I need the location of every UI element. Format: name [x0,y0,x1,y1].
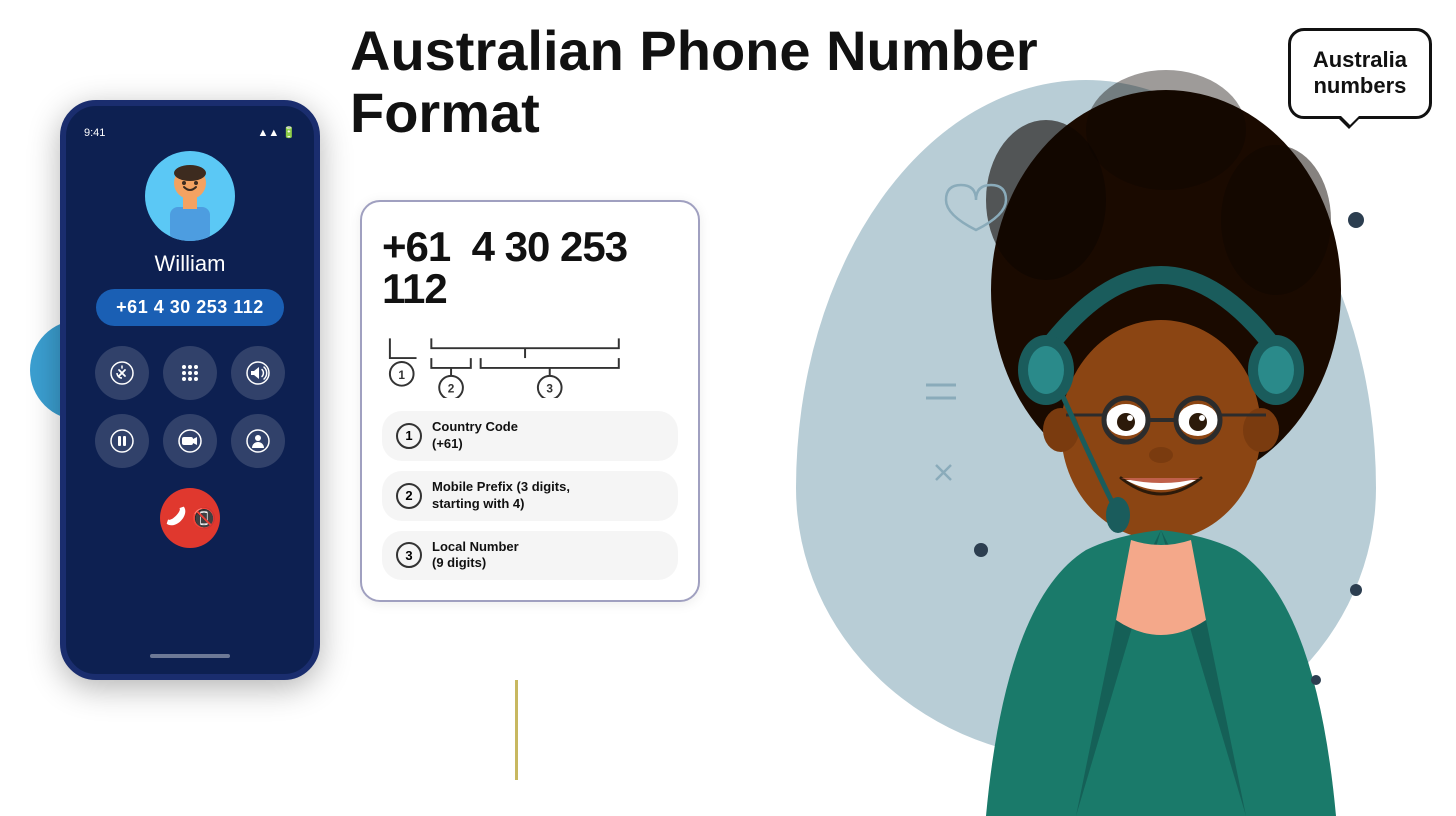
legend-item-3: 3 Local Number (9 digits) [382,531,678,581]
speaker-button[interactable] [231,346,285,400]
bubble-text: Australia numbers [1313,47,1407,100]
status-icons: ▲▲ 🔋 [257,126,296,139]
video-button[interactable] [163,414,217,468]
avatar-illustration [150,161,230,241]
legend-num-3: 3 [396,542,422,568]
format-info-card: +61 4 30 253 112 1 2 3 1 Country Code (+… [360,200,700,602]
svg-text:3: 3 [546,382,553,396]
svg-text:1: 1 [398,368,405,382]
speech-bubble: Australia numbers [1288,28,1432,119]
annotations-diagram: 1 2 3 [382,328,678,398]
caller-name: William [155,251,226,277]
connector-line [515,680,518,780]
phone-buttons-grid [95,346,285,468]
phone-home-indicator [150,654,230,658]
pause-button[interactable] [95,414,149,468]
phone-status-bar: 9:41 ▲▲ 🔋 [80,126,300,139]
title-line1: Australian Phone Number [350,20,1038,82]
legend-text-2: Mobile Prefix (3 digits, starting with 4… [432,479,570,513]
svg-text:2: 2 [448,382,455,396]
phone-avatar [145,151,235,241]
legend-text-1: Country Code (+61) [432,419,518,453]
phone-number-display: +61 4 30 253 112 [96,289,284,326]
title-line2: Format [350,82,1038,144]
status-time: 9:41 [84,127,105,139]
legend-item-1: 1 Country Code (+61) [382,411,678,461]
keypad-button[interactable] [163,346,217,400]
legend-list: 1 Country Code (+61) 2 Mobile Prefix (3 … [382,411,678,580]
legend-item-2: 2 Mobile Prefix (3 digits, starting with… [382,471,678,521]
legend-text-3: Local Number (9 digits) [432,539,519,573]
phone-mockup: 9:41 ▲▲ 🔋 William +61 4 30 253 112 [60,100,320,680]
contacts-button[interactable] [231,414,285,468]
page-title: Australian Phone Number Format [350,20,1038,143]
format-number: +61 4 30 253 112 [382,226,678,310]
end-call-button[interactable]: 📵 [160,488,220,548]
mute-button[interactable] [95,346,149,400]
legend-num-1: 1 [396,423,422,449]
legend-num-2: 2 [396,483,422,509]
